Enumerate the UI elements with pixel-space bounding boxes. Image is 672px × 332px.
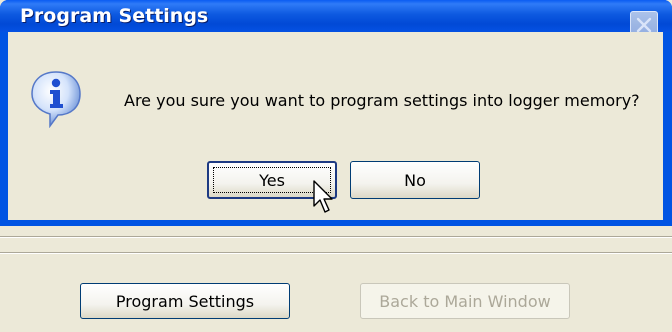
back-to-main-window-button-label: Back to Main Window — [379, 291, 551, 311]
program-settings-button[interactable]: Program Settings — [80, 283, 290, 319]
separator — [0, 253, 672, 254]
program-settings-button-label: Program Settings — [115, 291, 255, 311]
no-button-label: No — [404, 170, 426, 190]
mouse-cursor-icon — [313, 180, 333, 213]
no-button[interactable]: No — [350, 161, 480, 199]
back-to-main-window-button[interactable]: Back to Main Window — [360, 283, 570, 319]
dialog-titlebar[interactable]: Program Settings — [0, 0, 672, 39]
separator — [0, 237, 672, 238]
information-icon — [31, 71, 81, 128]
dialog-title: Program Settings — [20, 5, 209, 27]
dialog-message: Are you sure you want to program setting… — [124, 91, 640, 110]
